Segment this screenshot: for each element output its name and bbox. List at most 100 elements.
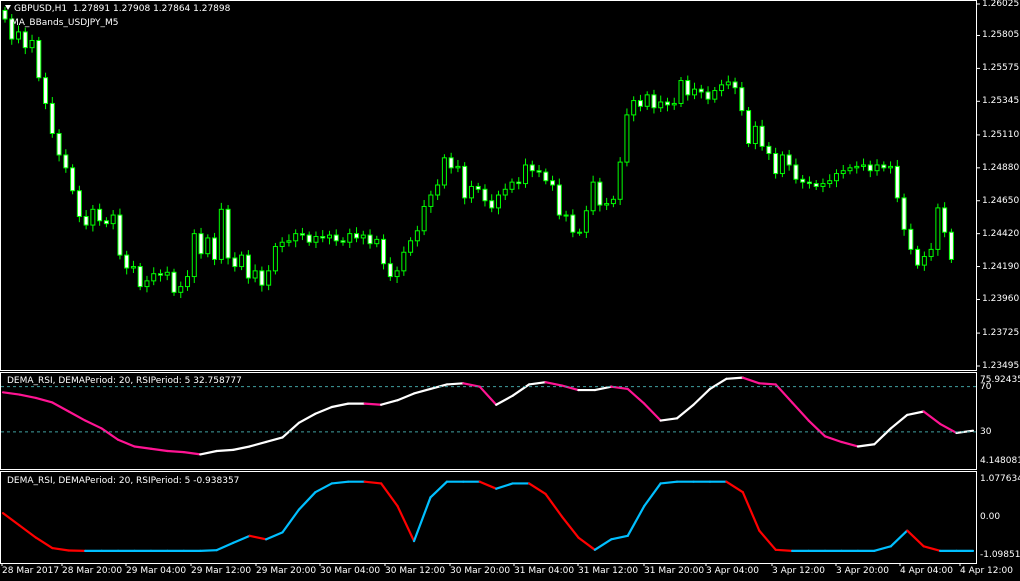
time-tick-label: 4 Apr 12:00: [960, 566, 1013, 576]
dema-line-segment: [741, 491, 761, 532]
dema-line-segment: [264, 531, 284, 541]
candle-bull: [144, 280, 150, 288]
sub2-tick-label: -1.098516: [980, 550, 1020, 560]
candle-bear: [232, 257, 238, 268]
candle-bear: [489, 200, 495, 209]
dema-line-segment: [544, 492, 564, 518]
candle-bear: [63, 154, 69, 169]
candle-bull: [935, 207, 941, 250]
rsi-line-segment: [922, 410, 942, 426]
candle-bull: [239, 254, 245, 268]
dema-line-segment: [215, 541, 235, 552]
candle-bear: [516, 181, 522, 185]
candle-bear: [664, 101, 670, 106]
candle-bull: [394, 270, 400, 278]
candle-bear: [746, 110, 752, 145]
sub2-tick-label: 1.077634: [980, 474, 1020, 484]
time-tick-label: 30 Mar 12:00: [385, 566, 446, 576]
chart-canvas[interactable]: [0, 0, 1020, 581]
candle-bear: [299, 233, 305, 236]
candle-bear: [212, 237, 218, 260]
rsi-line-segment: [1, 391, 21, 396]
candle-bull: [577, 231, 583, 234]
candle-bear: [259, 270, 265, 286]
candle-bull: [921, 256, 927, 266]
candle-bear: [948, 231, 954, 260]
candle-bull: [563, 214, 569, 217]
candle-bear: [245, 254, 251, 279]
candle-bear: [915, 248, 921, 266]
dropdown-arrow-icon[interactable]: [5, 5, 11, 10]
candle-bull: [827, 180, 833, 185]
candle-bear: [157, 273, 163, 276]
dema-line-segment: [478, 480, 498, 490]
candle-bull: [360, 234, 366, 239]
candle-bull: [326, 234, 332, 239]
dema-line-segment: [922, 545, 942, 552]
rsi-line-segment: [840, 440, 860, 448]
candle-bull: [252, 270, 258, 279]
candle-bear: [881, 164, 887, 169]
candle-bear: [124, 254, 130, 269]
candle-bear: [354, 233, 360, 239]
rsi-line-segment: [264, 436, 284, 444]
sub1-tick-label: 4.148081: [980, 456, 1020, 466]
dema-line-segment: [725, 480, 744, 494]
price-tick-label: 1.23495: [982, 361, 1020, 371]
candle-bull: [888, 165, 894, 169]
candle-bear: [482, 188, 488, 202]
dema-line-segment: [232, 534, 251, 544]
candle-bull: [658, 101, 664, 109]
time-tick-label: 28 Mar 2017: [2, 566, 60, 576]
rsi-line-segment: [478, 385, 498, 406]
candle-bear: [543, 171, 549, 182]
dema-line-segment: [380, 482, 399, 508]
candle-bear: [340, 240, 346, 243]
price-tick-label: 1.23725: [982, 328, 1020, 339]
time-tick-label: 30 Mar 04:00: [320, 566, 381, 576]
time-tick-label: 4 Apr 04:00: [900, 566, 953, 576]
price-tick-label: 1.25575: [982, 63, 1020, 74]
candle-bull: [854, 165, 860, 169]
rsi-line-segment: [807, 419, 827, 438]
candle-bear: [773, 153, 779, 175]
indicator-label: MA_BBands_USDJPY_M5: [11, 18, 119, 28]
time-tick-label: 3 Apr 20:00: [836, 566, 889, 576]
time-tick-label: 29 Mar 04:00: [126, 566, 187, 576]
candle-bear: [597, 181, 603, 206]
candle-bear: [306, 234, 312, 243]
candle-bull: [719, 84, 725, 92]
rsi-line-segment: [856, 443, 876, 448]
sub2-title: DEMA_RSI, DEMAPeriod: 20, RSIPeriod: 5 -…: [7, 476, 240, 486]
candle-bull: [374, 238, 380, 245]
candle-bull: [509, 181, 515, 190]
rsi-line-segment: [758, 382, 777, 386]
candle-bear: [225, 208, 231, 259]
time-tick-label: 3 Apr 12:00: [772, 566, 825, 576]
price-tick-label: 1.24420: [982, 228, 1020, 239]
dema-line-segment: [412, 496, 432, 543]
price-tick-label: 1.24880: [982, 162, 1020, 173]
time-tick-label: 31 Mar 20:00: [644, 566, 705, 576]
rsi-line-segment: [643, 402, 662, 422]
candle-bear: [387, 263, 393, 278]
price-tick-label: 1.23960: [982, 294, 1020, 305]
dema-line-segment: [560, 515, 580, 539]
candle-bear: [529, 164, 535, 172]
rsi-line-segment: [626, 387, 646, 405]
dema-line-segment: [528, 482, 547, 496]
rsi-line-segment: [906, 410, 925, 416]
candle-bear: [137, 266, 143, 288]
candle-bull: [671, 102, 677, 106]
rsi-line-segment: [149, 447, 169, 453]
rsi-line-segment: [396, 392, 416, 402]
rsi-line-segment: [363, 402, 383, 406]
candle-bull: [604, 203, 610, 206]
candle-bull: [16, 31, 22, 40]
candle-bull: [610, 198, 616, 205]
candle-bull: [590, 181, 596, 212]
candle-bear: [462, 165, 468, 199]
candle-bear: [901, 197, 907, 230]
candle-bull: [725, 81, 731, 86]
candle-bear: [22, 31, 28, 49]
